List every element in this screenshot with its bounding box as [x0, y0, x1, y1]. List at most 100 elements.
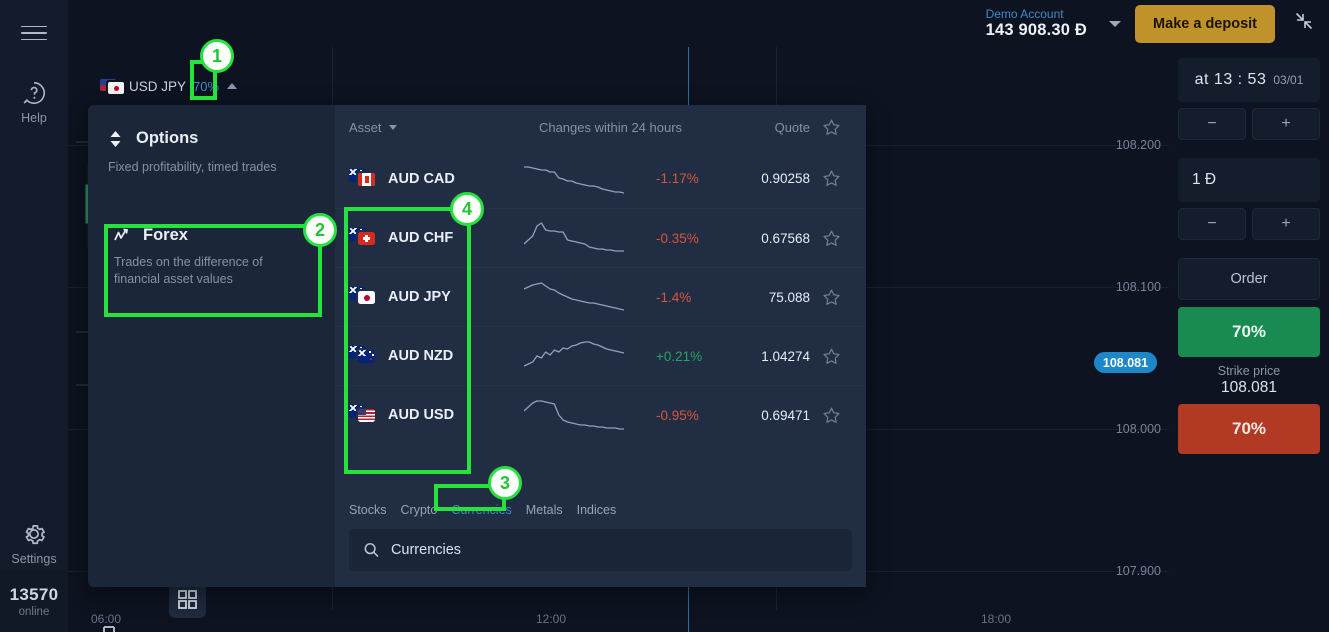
- search-input[interactable]: [390, 542, 838, 558]
- asset-flag-pair: [349, 405, 379, 425]
- expiry-time-value: at 13 : 53: [1194, 71, 1267, 88]
- star-icon: [822, 230, 840, 246]
- category-tab-metals[interactable]: Metals: [526, 503, 563, 517]
- expiry-date-value: 03/01: [1273, 73, 1304, 87]
- star-icon: [822, 407, 840, 423]
- flag-cad-icon: [358, 172, 375, 186]
- favorite-star-button[interactable]: [810, 229, 852, 248]
- asset-flag-pair: [349, 346, 379, 366]
- help-button[interactable]: Help: [0, 80, 68, 125]
- account-selector[interactable]: Demo Account 143 908.30 Ð: [985, 7, 1122, 40]
- hamburger-menu-icon: [21, 21, 47, 46]
- forex-subtitle: Trades on the difference of financial as…: [114, 255, 263, 286]
- asset-change-percent: -1.17%: [656, 171, 699, 186]
- settings-label: Settings: [11, 552, 57, 566]
- current-price-tag: 108.081: [1094, 352, 1157, 373]
- asset-row[interactable]: AUD CHF -0.35% 0.67568: [335, 208, 866, 267]
- chevron-down-icon[interactable]: [1109, 20, 1122, 27]
- asset-name-cell: AUD NZD: [349, 346, 503, 366]
- asset-flag-pair: [349, 287, 379, 307]
- options-section-header[interactable]: Options: [88, 129, 335, 148]
- asset-change-percent: +0.21%: [656, 348, 703, 364]
- order-button[interactable]: Order: [1178, 258, 1320, 300]
- expiry-decrease-button[interactable]: −: [1178, 108, 1246, 140]
- asset-quote: 0.67568: [761, 230, 810, 246]
- category-tabs: Stocks Crypto Currencies Metals Indices: [335, 493, 866, 525]
- strike-price-block: Strike price 108.081: [1178, 357, 1320, 404]
- asset-quote: 0.69471: [761, 407, 810, 423]
- asset-row[interactable]: AUD USD -0.95% 0.69471: [335, 385, 866, 444]
- column-header-favorites[interactable]: [810, 118, 852, 137]
- gear-icon: [25, 525, 45, 545]
- category-tab-currencies[interactable]: Currencies: [451, 503, 511, 517]
- amount-increase-button[interactable]: +: [1252, 208, 1320, 240]
- asset-row[interactable]: AUD NZD +0.21% 1.04274: [335, 326, 866, 385]
- asset-label: AUD USD: [388, 407, 455, 423]
- category-tab-stocks[interactable]: Stocks: [349, 503, 387, 517]
- asset-quote: 1.04274: [761, 348, 810, 364]
- make-deposit-button[interactable]: Make a deposit: [1135, 4, 1275, 43]
- asset-name-cell: AUD CHF: [349, 228, 503, 248]
- account-type-label: Demo Account: [985, 7, 1064, 21]
- column-header-changes: Changes within 24 hours: [538, 119, 683, 135]
- favorite-star-button[interactable]: [810, 347, 852, 366]
- asset-flag-pair: [349, 228, 379, 248]
- sell-lower-button[interactable]: 70%: [1178, 404, 1320, 454]
- star-icon: [822, 119, 840, 135]
- annotation-marker-2: 2: [303, 213, 337, 247]
- flag-usd-icon: [358, 409, 375, 422]
- flag-nzd-icon: [358, 350, 375, 363]
- asset-row[interactable]: AUD JPY -1.4% 75.088: [335, 267, 866, 326]
- amount-steppers: − +: [1178, 208, 1320, 240]
- favorite-star-button[interactable]: [810, 406, 852, 425]
- settings-button[interactable]: Settings: [0, 521, 68, 566]
- asset-sparkline: [503, 395, 644, 435]
- asset-table-header: Asset Changes within 24 hours Quote: [335, 105, 866, 149]
- online-count: 13570: [9, 584, 59, 604]
- column-header-asset[interactable]: Asset: [349, 120, 503, 135]
- category-tab-crypto[interactable]: Crypto: [401, 503, 438, 517]
- asset-row[interactable]: AUD CAD -1.17% 0.90258: [335, 149, 866, 208]
- online-users-indicator: 13570 online: [0, 570, 68, 632]
- amount-decrease-button[interactable]: −: [1178, 208, 1246, 240]
- forex-category-card[interactable]: Forex Trades on the difference of financ…: [100, 212, 323, 304]
- expiry-time-field[interactable]: at 13 : 53 03/01: [1178, 58, 1320, 102]
- asset-change-percent: -0.35%: [656, 230, 699, 246]
- fullscreen-collapse-icon: [1295, 12, 1313, 30]
- left-sidebar: Help Settings 13570 online: [0, 0, 68, 632]
- asset-name-cell: AUD JPY: [349, 287, 503, 307]
- annotation-marker-3: 3: [488, 466, 522, 500]
- star-icon: [822, 348, 840, 364]
- asset-quote: 75.088: [768, 289, 810, 305]
- expiry-increase-button[interactable]: +: [1252, 108, 1320, 140]
- asset-sparkline: [503, 159, 644, 199]
- asset-rows-container[interactable]: AUD CAD -1.17% 0.90258 AUD CHF -0.35% 0.67568…: [335, 149, 866, 493]
- help-icon: [23, 82, 45, 104]
- trade-panel: at 13 : 53 03/01 − + 1 Ð − + Order 70% S…: [1169, 47, 1329, 632]
- buy-higher-button[interactable]: 70%: [1178, 307, 1320, 357]
- asset-sparkline: [503, 336, 644, 376]
- annotation-marker-1: 1: [200, 39, 234, 73]
- forex-title: Forex: [143, 226, 188, 244]
- instrument-flags: [100, 77, 126, 95]
- asset-label: AUD CAD: [388, 170, 455, 187]
- account-balance: 143 908.30 Ð: [985, 21, 1088, 39]
- category-tab-indices[interactable]: Indices: [577, 503, 617, 517]
- asset-sparkline: [503, 277, 644, 317]
- hamburger-menu-button[interactable]: [0, 12, 68, 54]
- instrument-dropdown-caret-icon[interactable]: [227, 83, 238, 89]
- asset-selection-panel[interactable]: Options Fixed profitability, timed trade…: [88, 105, 866, 587]
- column-header-asset-label: Asset: [349, 119, 382, 135]
- asset-search-box[interactable]: [349, 529, 852, 571]
- amount-field[interactable]: 1 Ð: [1178, 158, 1320, 202]
- favorite-star-button[interactable]: [810, 288, 852, 307]
- strike-price-label: Strike price: [1217, 364, 1281, 378]
- favorite-star-button[interactable]: [810, 169, 852, 188]
- instrument-name: USD JPY: [129, 78, 187, 94]
- asset-change-percent: -0.95%: [656, 407, 699, 423]
- asset-table: Asset Changes within 24 hours Quote AUD …: [335, 105, 866, 587]
- fullscreen-toggle-button[interactable]: [1293, 10, 1315, 37]
- chart-tool-icon[interactable]: [98, 623, 140, 632]
- annotation-marker-4: 4: [450, 192, 484, 226]
- options-updown-icon: [110, 130, 121, 147]
